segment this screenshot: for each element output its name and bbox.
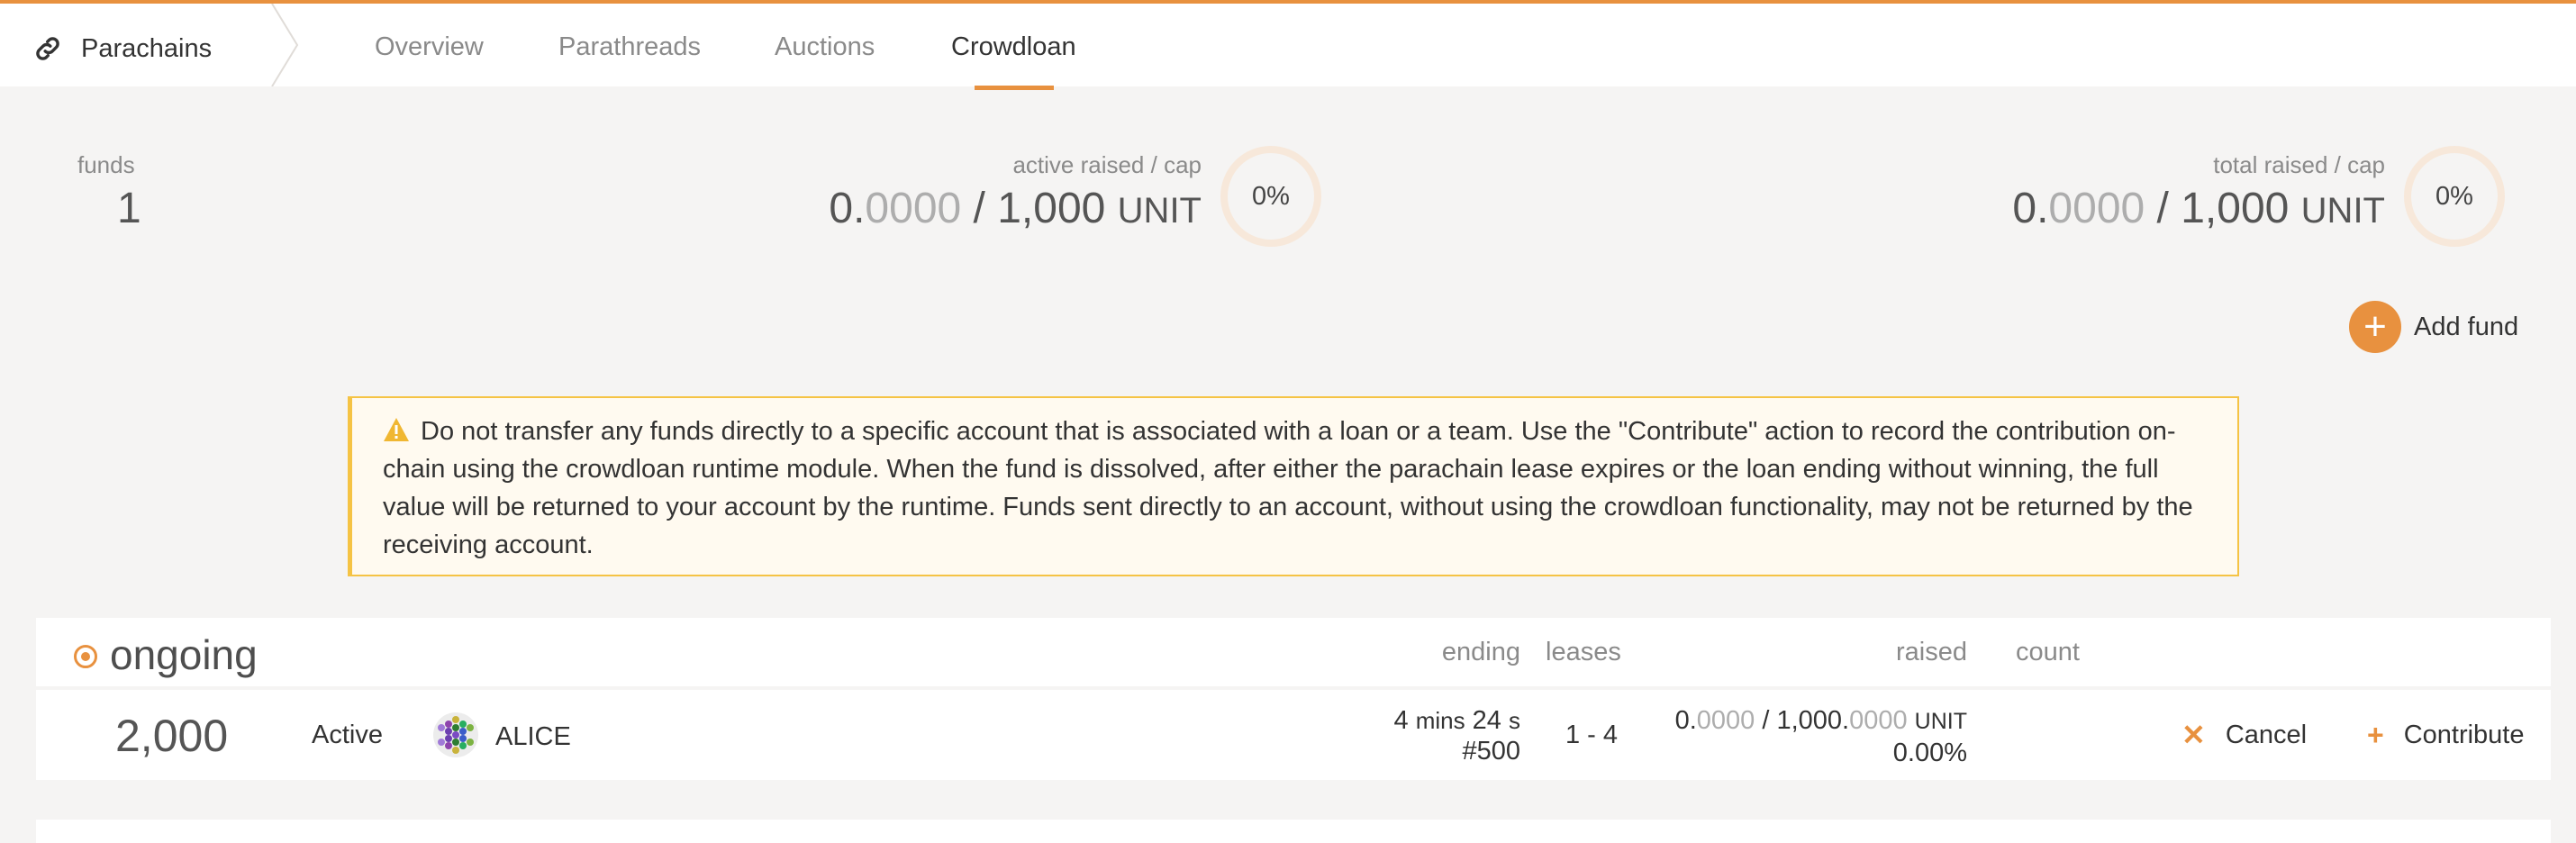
fund-status: Active bbox=[312, 721, 383, 749]
plus-icon: + bbox=[2349, 301, 2401, 353]
ongoing-status-icon bbox=[74, 645, 97, 668]
total-raised-label: total raised / cap bbox=[2213, 151, 2385, 178]
funds-label: funds bbox=[77, 151, 135, 178]
plus-icon: + bbox=[2367, 718, 2384, 751]
add-fund-button[interactable]: + Add fund bbox=[2349, 301, 2518, 353]
depositor-name[interactable]: ALICE bbox=[495, 722, 571, 752]
column-header-leases: leases bbox=[1546, 638, 1621, 666]
total-raised-value: 0.0000 / 1,000 UNIT bbox=[2012, 185, 2385, 232]
close-icon: ✕ bbox=[2181, 719, 2206, 751]
tab-crowdloan[interactable]: Crowdloan bbox=[951, 32, 1076, 62]
tab-overview[interactable]: Overview bbox=[375, 32, 484, 62]
ending-block: #500 bbox=[1462, 737, 1520, 766]
warning-box: Do not transfer any funds directly to a … bbox=[348, 396, 2239, 576]
total-progress-ring: 0% bbox=[2404, 146, 2505, 247]
column-header-ending: ending bbox=[1441, 638, 1520, 666]
ending-time: 4 mins 24 s bbox=[1393, 706, 1521, 735]
raised-percent: 0.00% bbox=[1892, 739, 1967, 767]
lease-range: 1 - 4 bbox=[1565, 721, 1619, 749]
next-table-section bbox=[36, 820, 2551, 843]
active-tab-indicator bbox=[975, 86, 1054, 90]
total-percent: 0% bbox=[2435, 181, 2473, 211]
funds-value: 1 bbox=[117, 185, 141, 232]
fund-id: 2,000 bbox=[115, 711, 229, 761]
warning-icon bbox=[384, 418, 409, 441]
tab-parathreads[interactable]: Parathreads bbox=[558, 32, 701, 62]
tab-auctions[interactable]: Auctions bbox=[775, 32, 875, 62]
top-navigation-bar: Parachains Overview Parathreads Auctions… bbox=[0, 0, 2576, 90]
active-raised-value: 0.0000 / 1,000 UNIT bbox=[829, 185, 1202, 232]
identicon-avatar[interactable] bbox=[432, 712, 479, 758]
ongoing-table-header: ongoing ending leases raised count bbox=[36, 618, 2551, 686]
add-fund-label: Add fund bbox=[2414, 312, 2519, 341]
link-icon bbox=[36, 37, 59, 60]
raised-amount: 0.0000 / 1,000.0000 UNIT bbox=[1674, 706, 1967, 735]
column-header-count: count bbox=[2016, 638, 2080, 666]
cancel-label: Cancel bbox=[2225, 720, 2308, 749]
column-header-raised: raised bbox=[1896, 638, 1967, 666]
table-row: 2,000 Active ALICE 4 mins 24 s #500 1 - … bbox=[36, 690, 2551, 780]
contribute-label: Contribute bbox=[2403, 720, 2525, 749]
active-progress-ring: 0% bbox=[1220, 146, 1321, 247]
active-raised-label: active raised / cap bbox=[1012, 151, 1202, 178]
contribute-button[interactable]: + Contribute bbox=[2367, 717, 2525, 753]
warning-text: Do not transfer any funds directly to a … bbox=[383, 417, 2193, 559]
active-percent: 0% bbox=[1252, 181, 1290, 211]
cancel-button[interactable]: ✕ Cancel bbox=[2181, 717, 2307, 753]
table-title: ongoing bbox=[110, 631, 258, 678]
breadcrumb-chevron-icon bbox=[271, 4, 299, 86]
app-title: Parachains bbox=[81, 33, 213, 63]
app-brand[interactable]: Parachains bbox=[32, 29, 212, 68]
